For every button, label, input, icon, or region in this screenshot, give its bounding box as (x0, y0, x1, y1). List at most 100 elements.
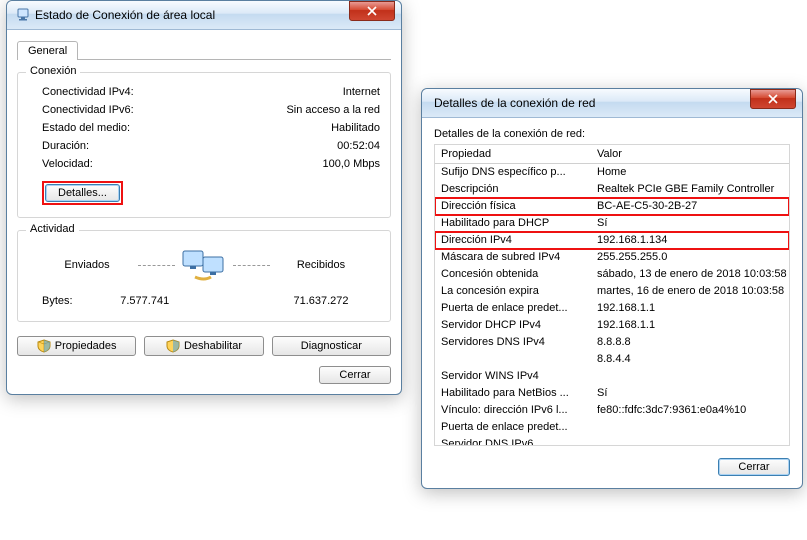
client-area: Detalles de la conexión de red: Propieda… (422, 118, 802, 488)
detail-property: Habilitado para DHCP (435, 216, 593, 231)
network-icon (15, 7, 31, 23)
detail-row[interactable]: Vínculo: dirección IPv6 l...fe80::fdfc:3… (435, 402, 789, 419)
detail-row[interactable]: Puerta de enlace predet...192.168.1.1 (435, 300, 789, 317)
row-label: Conectividad IPv6: (42, 104, 134, 116)
detail-property: Habilitado para NetBios ... (435, 386, 593, 401)
disable-label: Deshabilitar (184, 340, 242, 352)
sent-label: Enviados (42, 259, 132, 271)
dash-line (138, 265, 175, 266)
dash-line (233, 265, 270, 266)
properties-label: Propiedades (55, 340, 117, 352)
detail-row[interactable]: Servidor DNS IPv6 (435, 436, 789, 446)
group-connection-legend: Conexión (26, 65, 80, 77)
detail-row[interactable]: Dirección IPv4192.168.1.134 (435, 232, 789, 249)
titlebar[interactable]: Estado de Conexión de área local (7, 1, 401, 30)
detail-value: 8.8.4.4 (593, 352, 789, 367)
row-value: Habilitado (331, 122, 380, 134)
shield-icon (166, 339, 180, 353)
detail-property: Sufijo DNS específico p... (435, 165, 593, 180)
detail-property: Dirección IPv4 (435, 233, 593, 248)
details-listview[interactable]: Propiedad Valor Sufijo DNS específico p.… (434, 144, 790, 446)
action-buttons: Propiedades Deshabilitar Diagnosticar (17, 336, 391, 356)
detail-row[interactable]: Concesión obtenidasábado, 13 de enero de… (435, 266, 789, 283)
detail-row[interactable]: Servidores DNS IPv48.8.8.8 (435, 334, 789, 351)
col-property[interactable]: Propiedad (435, 148, 593, 160)
row-label: Conectividad IPv4: (42, 86, 134, 98)
bytes-recv: 71.637.272 (276, 295, 366, 307)
disable-button[interactable]: Deshabilitar (144, 336, 263, 356)
connection-row: Estado del medio: Habilitado (28, 119, 380, 137)
lan-status-window: Estado de Conexión de área local General… (6, 0, 402, 395)
detail-row[interactable]: DescripciónRealtek PCIe GBE Family Contr… (435, 181, 789, 198)
list-header[interactable]: Propiedad Valor (435, 145, 789, 164)
shield-icon (37, 339, 51, 353)
row-label: Estado del medio: (42, 122, 130, 134)
detail-property: Concesión obtenida (435, 267, 593, 282)
detail-value: Home (593, 165, 789, 180)
detail-value: 192.168.1.1 (593, 301, 789, 316)
detail-property: Servidor DHCP IPv4 (435, 318, 593, 333)
detail-value: Sí (593, 386, 789, 401)
bytes-label: Bytes: (42, 295, 73, 307)
detail-value: martes, 16 de enero de 2018 10:03:58 (593, 284, 789, 299)
row-value: 00:52:04 (337, 140, 380, 152)
detail-row[interactable]: Habilitado para NetBios ...Sí (435, 385, 789, 402)
detail-row[interactable]: Máscara de subred IPv4255.255.255.0 (435, 249, 789, 266)
detail-row[interactable]: Sufijo DNS específico p...Home (435, 164, 789, 181)
recv-label: Recibidos (276, 259, 366, 271)
diagnose-button[interactable]: Diagnosticar (272, 336, 391, 356)
detail-row[interactable]: Servidor WINS IPv4 (435, 368, 789, 385)
row-label: Velocidad: (42, 158, 93, 170)
detail-row[interactable]: Puerta de enlace predet... (435, 419, 789, 436)
details-caption: Detalles de la conexión de red: (434, 128, 790, 140)
detail-value: Sí (593, 216, 789, 231)
detail-value: 192.168.1.1 (593, 318, 789, 333)
detail-row[interactable]: Servidor DHCP IPv4192.168.1.1 (435, 317, 789, 334)
diagnose-label: Diagnosticar (301, 340, 362, 352)
bytes-sent: 7.577.741 (100, 295, 190, 307)
detail-property: Servidores DNS IPv4 (435, 335, 593, 350)
detail-row[interactable]: Dirección físicaBC-AE-C5-30-2B-27 (435, 198, 789, 215)
titlebar[interactable]: Detalles de la conexión de red (422, 89, 802, 118)
detail-value: 255.255.255.0 (593, 250, 789, 265)
detail-value (593, 420, 789, 435)
close-dialog-button[interactable]: Cerrar (718, 458, 790, 476)
connection-row: Duración: 00:52:04 (28, 137, 380, 155)
detail-property: Puerta de enlace predet... (435, 301, 593, 316)
properties-button[interactable]: Propiedades (17, 336, 136, 356)
close-button[interactable] (349, 1, 395, 21)
detail-property: Puerta de enlace predet... (435, 420, 593, 435)
detail-row[interactable]: 8.8.4.4 (435, 351, 789, 368)
connection-row: Velocidad:100,0 Mbps (28, 155, 380, 173)
connection-row: Conectividad IPv4:Internet (28, 83, 380, 101)
window-title: Detalles de la conexión de red (430, 96, 798, 110)
detail-property: Descripción (435, 182, 593, 197)
close-button[interactable] (750, 89, 796, 109)
detail-value: Realtek PCIe GBE Family Controller (593, 182, 789, 197)
client-area: General Conexión Conectividad IPv4:Inter… (7, 30, 401, 394)
detail-property: La concesión expira (435, 284, 593, 299)
tabstrip: General (17, 40, 391, 60)
detail-property: Máscara de subred IPv4 (435, 250, 593, 265)
close-dialog-button[interactable]: Cerrar (319, 366, 391, 384)
detail-value: BC-AE-C5-30-2B-27 (593, 199, 789, 214)
detail-value: fe80::fdfc:3dc7:9361:e0a4%10 (593, 403, 789, 418)
tab-general[interactable]: General (17, 41, 78, 60)
details-button[interactable]: Detalles... (45, 184, 120, 202)
group-activity-legend: Actividad (26, 223, 79, 235)
row-value: Sin acceso a la red (286, 104, 380, 116)
group-activity: Actividad Enviados Recibidos Byt (17, 230, 391, 322)
detail-row[interactable]: Habilitado para DHCPSí (435, 215, 789, 232)
detail-value (593, 437, 789, 446)
monitors-icon (181, 247, 227, 283)
detail-property: Vínculo: dirección IPv6 l... (435, 403, 593, 418)
detail-row[interactable]: La concesión expiramartes, 16 de enero d… (435, 283, 789, 300)
group-connection: Conexión Conectividad IPv4:InternetConec… (17, 72, 391, 218)
details-highlight: Detalles... (42, 181, 123, 205)
detail-property: Dirección física (435, 199, 593, 214)
detail-property (435, 352, 593, 367)
col-value[interactable]: Valor (593, 148, 789, 160)
detail-value: sábado, 13 de enero de 2018 10:03:58 (593, 267, 789, 282)
connection-row: Conectividad IPv6: Sin acceso a la red (28, 101, 380, 119)
row-label: Duración: (42, 140, 89, 152)
